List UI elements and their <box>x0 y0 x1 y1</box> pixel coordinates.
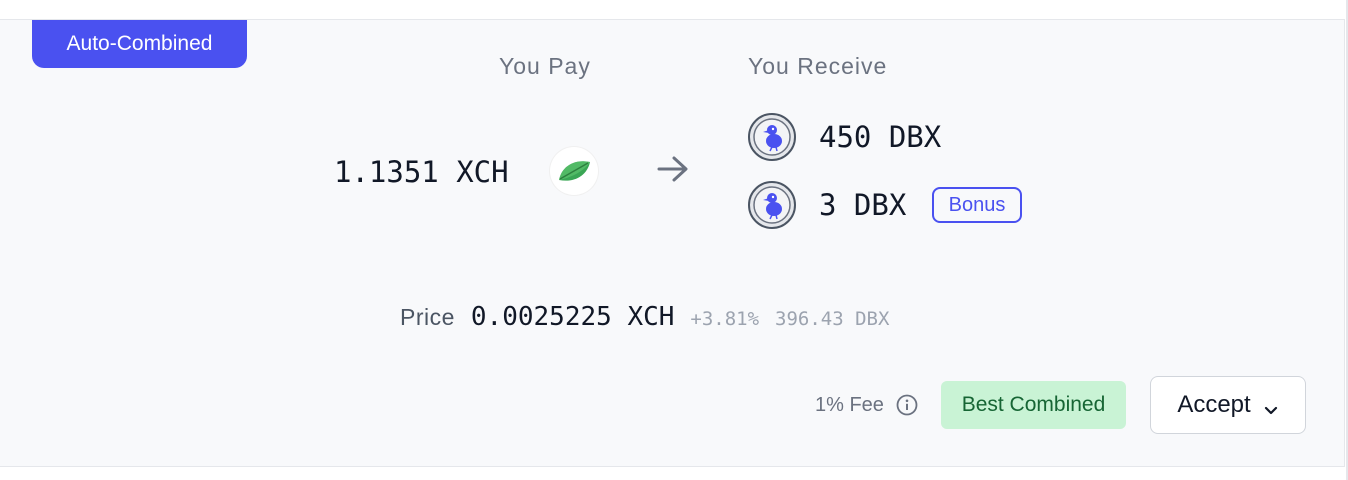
best-combined-badge: Best Combined <box>941 381 1126 429</box>
fee-text: 1% Fee <box>815 393 884 416</box>
price-label: Price <box>400 304 455 330</box>
accept-button-label: Accept <box>1177 391 1251 418</box>
receive-amount: 450 DBX <box>819 120 942 154</box>
you-pay-label: You Pay <box>499 53 591 79</box>
chevron-down-icon <box>1263 397 1279 415</box>
price-value: 0.0025225 XCH <box>470 302 675 332</box>
pay-amount: 1.1351 XCH <box>334 155 509 189</box>
price-change: +3.81% <box>690 308 760 330</box>
arrow-right-icon <box>655 151 691 187</box>
price-inverse: 396.43 DBX <box>775 308 890 330</box>
bonus-badge: Bonus <box>932 187 1022 223</box>
bonus-receive-amount: 3 DBX <box>819 188 907 222</box>
you-receive-label: You Receive <box>748 53 888 79</box>
chia-leaf-icon <box>550 147 598 195</box>
info-icon[interactable] <box>896 394 918 416</box>
price-row: Price 0.0025225 XCH +3.81% 396.43 DBX <box>400 302 889 332</box>
auto-combined-badge: Auto-Combined <box>32 20 247 68</box>
dodo-coin-icon <box>748 181 796 229</box>
fee-info: 1% Fee <box>815 392 918 418</box>
accept-button[interactable]: Accept <box>1150 376 1306 434</box>
dodo-coin-icon <box>748 113 796 161</box>
offer-card: Auto-Combined You Pay You Receive 1.1351… <box>0 19 1345 467</box>
